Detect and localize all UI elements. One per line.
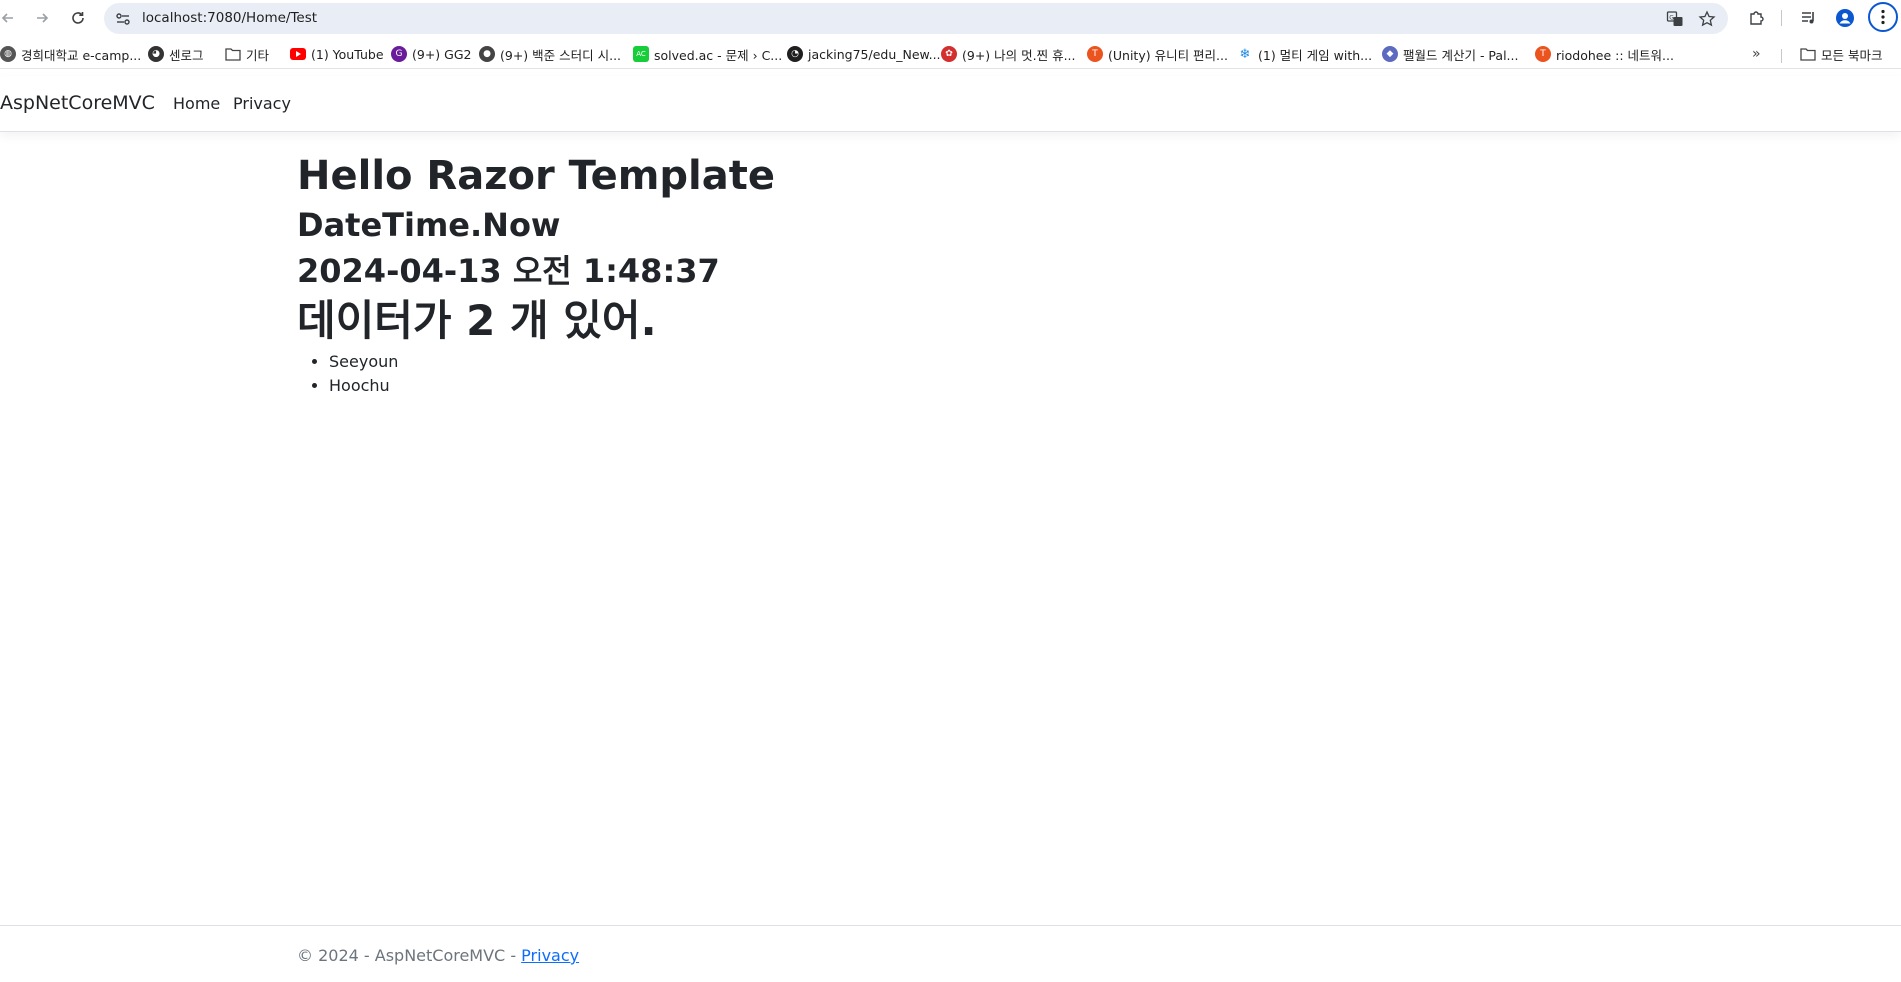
bookmark-folder[interactable]: 기타: [225, 45, 269, 63]
bookmark-item[interactable]: G (9+) GG2: [391, 45, 471, 63]
bookmark-item[interactable]: T riodohee :: 네트워...: [1535, 45, 1674, 63]
translate-icon: G: [1666, 11, 1683, 26]
toolbar-divider: [1781, 10, 1782, 26]
browser-toolbar: localhost:7080/Home/Test G: [0, 0, 1901, 36]
bookmark-item[interactable]: AC solved.ac - 문제 › C...: [633, 45, 782, 63]
bookmarks-divider: [1781, 49, 1782, 63]
youtube-icon: [290, 48, 306, 60]
bookmark-item[interactable]: ◕ 센로그: [148, 45, 204, 63]
svg-text:G: G: [1669, 15, 1674, 22]
folder-icon: [1800, 48, 1816, 61]
reload-button[interactable]: [66, 6, 90, 30]
data-count-heading: 데이터가 2 개 있어.: [297, 296, 657, 345]
bookmarks-bar: ◍ 경희대학교 e-camp... ◕ 센로그 기타 (1) YouTube G…: [0, 40, 1901, 69]
copyright-text: © 2024 - AspNetCoreMVC -: [297, 946, 522, 965]
forward-button[interactable]: [30, 6, 54, 30]
back-arrow-icon: [1, 13, 13, 23]
bookmark-item[interactable]: ◔ jacking75/edu_New...: [787, 45, 941, 63]
folder-icon: [225, 48, 241, 61]
gg2-icon: G: [391, 46, 407, 62]
main-content: Hello Razor Template DateTime.Now 2024-0…: [297, 150, 775, 398]
more-bookmarks-chevron-icon[interactable]: »: [1752, 46, 1761, 62]
page-footer: © 2024 - AspNetCoreMVC - Privacy: [0, 925, 1901, 982]
footer-privacy-link[interactable]: Privacy: [521, 946, 579, 965]
kebab-menu-icon: [1881, 9, 1885, 25]
data-list: Seeyoun Hoochu: [297, 350, 775, 398]
bookmark-star-button[interactable]: [1696, 8, 1718, 30]
tistory-icon: T: [1535, 46, 1551, 62]
cat-icon: ◕: [148, 46, 164, 62]
address-bar[interactable]: localhost:7080/Home/Test G: [104, 3, 1728, 34]
puzzle-icon: [1750, 11, 1764, 25]
media-control-button[interactable]: [1797, 6, 1821, 30]
bookmark-item[interactable]: (1) YouTube: [290, 45, 384, 63]
avatar-icon: [1836, 9, 1854, 27]
bookmark-item[interactable]: ❄ (1) 멀티 게임 with...: [1237, 45, 1372, 63]
bookmark-item[interactable]: ✿ (9+) 나의 멋.찐 휴...: [941, 45, 1076, 63]
app-navbar: AspNetCoreMVC Home Privacy: [0, 76, 1901, 132]
profile-button[interactable]: [1833, 6, 1857, 30]
solvedac-icon: AC: [633, 46, 649, 62]
reload-icon: [72, 12, 84, 24]
ribbon-icon: ✿: [941, 46, 957, 62]
star-icon: [1698, 10, 1716, 27]
panda-icon: ●: [479, 46, 495, 62]
menu-button[interactable]: [1868, 2, 1898, 32]
bookmark-item[interactable]: ◍ 경희대학교 e-camp...: [0, 45, 141, 63]
datetime-value: 2024-04-13 오전 1:48:37: [297, 252, 720, 290]
bookmark-item[interactable]: ● (9+) 백준 스터디 시...: [479, 45, 621, 63]
bookmark-item[interactable]: T (Unity) 유니티 편리...: [1087, 45, 1228, 63]
forward-arrow-icon: [37, 13, 49, 23]
github-icon: ◔: [787, 46, 803, 62]
brand-link[interactable]: AspNetCoreMVC: [0, 92, 155, 114]
list-item: Seeyoun: [329, 350, 775, 374]
nav-link-privacy[interactable]: Privacy: [233, 94, 291, 113]
list-item: Hoochu: [329, 374, 775, 398]
globe-icon: ◍: [0, 46, 16, 62]
all-bookmarks-folder[interactable]: 모든 북마크: [1800, 45, 1882, 63]
footer-text: © 2024 - AspNetCoreMVC - Privacy: [297, 946, 579, 965]
back-button[interactable]: [0, 6, 20, 30]
media-queue-icon: [1802, 12, 1814, 24]
translate-button[interactable]: G: [1664, 8, 1686, 30]
url-text[interactable]: localhost:7080/Home/Test: [142, 10, 317, 26]
snowflake-icon: ❄: [1237, 46, 1253, 62]
fish-icon: ◆: [1382, 46, 1398, 62]
bookmark-item[interactable]: ◆ 팰월드 계산기 - Pal...: [1382, 45, 1518, 63]
datetime-label: DateTime.Now: [297, 206, 561, 244]
page-title: Hello Razor Template: [297, 153, 776, 199]
tistory-icon: T: [1087, 46, 1103, 62]
nav-link-home[interactable]: Home: [173, 94, 220, 113]
site-info-icon[interactable]: [114, 10, 132, 28]
extensions-button[interactable]: [1745, 6, 1769, 30]
